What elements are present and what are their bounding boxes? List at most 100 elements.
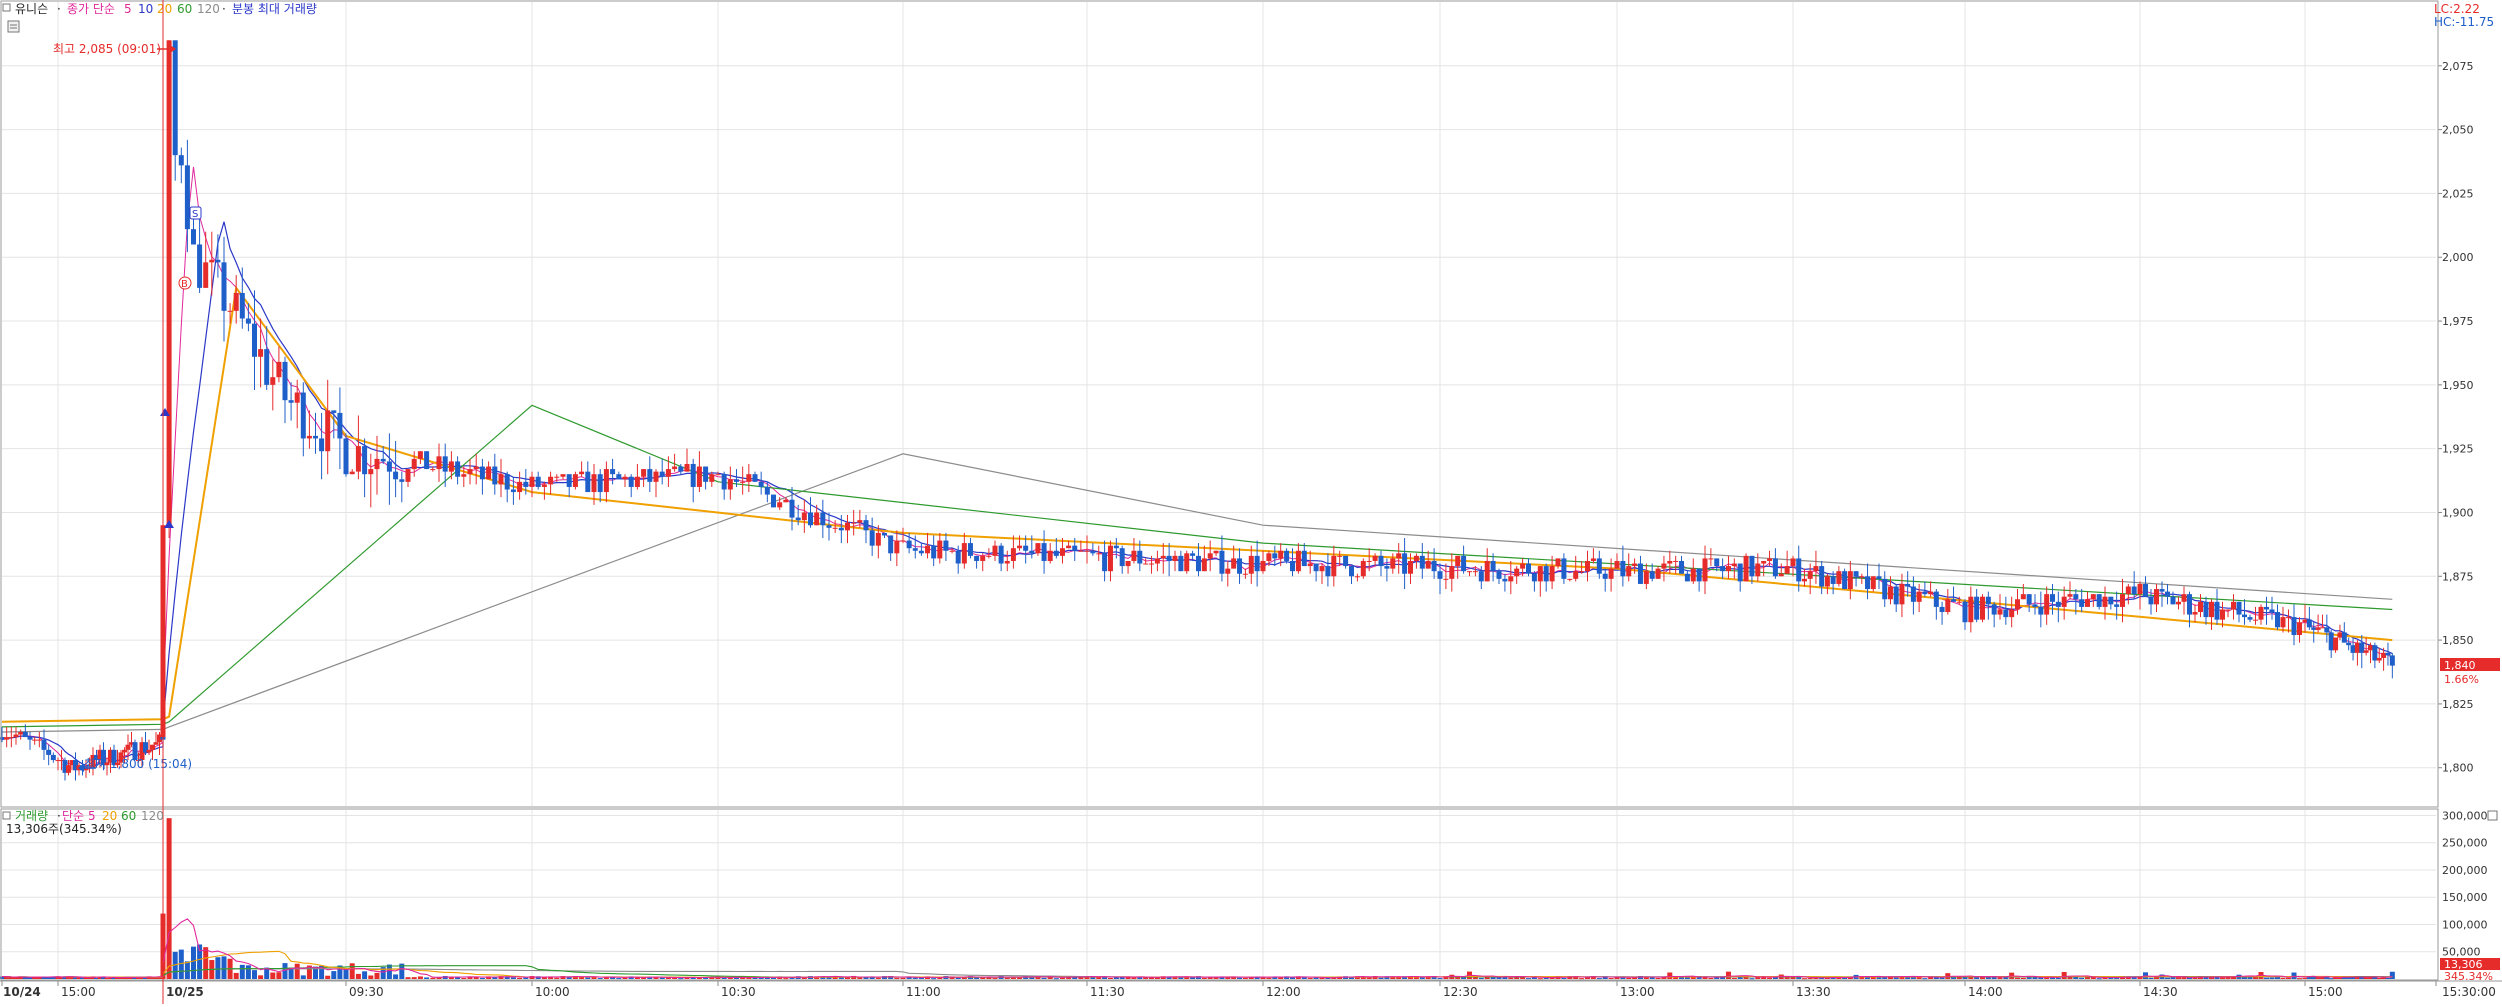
volume-panel-menu-icon[interactable] — [2487, 810, 2498, 821]
volume-bar — [1731, 977, 1737, 979]
candle-body — [641, 469, 647, 477]
volume-bar — [2220, 977, 2225, 979]
candle-body — [2328, 632, 2334, 651]
time-tick-label: 12:00 — [1266, 985, 1301, 999]
candle-body — [634, 476, 640, 487]
candle-body — [325, 410, 331, 452]
candle-body — [1272, 553, 1278, 559]
candle-body — [1402, 553, 1408, 574]
candle-body — [758, 481, 764, 487]
volume-bar — [1951, 977, 1957, 979]
volume-bar — [2015, 977, 2020, 979]
candle-body — [153, 742, 159, 745]
candle-body — [1933, 591, 1939, 607]
candle-body — [1801, 578, 1807, 582]
candle-body — [18, 731, 24, 735]
candle-body — [943, 540, 949, 551]
volume-bar — [1790, 977, 1796, 979]
candle-body — [1790, 558, 1796, 567]
volume-bar — [1922, 978, 1928, 980]
candle-body — [980, 555, 986, 561]
candle-body — [424, 451, 430, 470]
candle-body — [678, 466, 684, 472]
candle-body — [66, 765, 71, 773]
candle-body — [288, 400, 294, 403]
candle-body — [845, 522, 850, 531]
candle-body — [184, 165, 190, 230]
candle-body — [1905, 583, 1911, 587]
volume-bar — [2328, 978, 2334, 980]
candle-body — [1029, 550, 1035, 554]
candle-body — [319, 438, 325, 452]
candle-body — [1284, 550, 1290, 561]
candle-body — [955, 550, 961, 564]
candle-body — [1225, 568, 1231, 574]
volume-bar — [1690, 977, 1696, 979]
candle-body — [2026, 594, 2032, 605]
candle-body — [306, 435, 312, 439]
candle-body — [1916, 591, 1922, 602]
price-tick-label: 2,000 — [2442, 251, 2474, 264]
candle-body — [2203, 601, 2209, 618]
candle-body — [2044, 594, 2050, 615]
candle-body — [1266, 553, 1272, 561]
candle-body — [1096, 553, 1102, 555]
candle-body — [417, 451, 423, 459]
volume-bar — [1004, 977, 1010, 979]
buy-marker-label: B — [181, 279, 188, 290]
chart-canvas[interactable]: 1,800 1,825 1,850 1,875 1,900 1,925 1,950 1,975… — [0, 0, 2502, 1004]
candle-body — [1980, 596, 1985, 620]
candle-body — [2165, 591, 2170, 597]
volume-bar — [2079, 977, 2085, 979]
candle-body — [709, 474, 715, 482]
candle-body — [2198, 601, 2203, 613]
candle-body — [203, 262, 209, 288]
volume-bar — [1702, 977, 1708, 979]
candle-body — [560, 474, 566, 477]
volume-bar — [1096, 977, 1102, 979]
candle-body — [2350, 645, 2356, 653]
candle-body — [2192, 612, 2198, 615]
candle-body — [455, 461, 461, 477]
candle-body — [2363, 650, 2369, 653]
candle-body — [1443, 578, 1449, 580]
candle-body — [1113, 545, 1119, 549]
volume-legend-toggle-icon[interactable] — [2, 811, 11, 820]
volume-bar — [510, 977, 516, 979]
volume-bar — [2376, 977, 2382, 979]
price-tick-label: 2,075 — [2442, 60, 2474, 73]
panel-settings-icon[interactable] — [7, 20, 20, 33]
max-volume-label: 분봉 최대 거래량 — [232, 2, 317, 16]
legend-ma10: 10 — [138, 2, 153, 16]
candle-body — [2324, 627, 2330, 633]
candle-body — [795, 517, 801, 521]
legend-toggle-icon[interactable] — [2, 3, 11, 12]
candle-body — [191, 229, 196, 245]
candle-body — [1047, 550, 1053, 561]
volume-bar — [1266, 977, 1272, 979]
stock-chart-window: 1,800 1,825 1,850 1,875 1,900 1,925 1,950 1,975… — [0, 0, 2502, 1004]
volume-bar — [541, 977, 547, 979]
price-tick-label: 1,850 — [2442, 634, 2474, 647]
candle-body — [554, 476, 560, 478]
candle-body — [1184, 553, 1190, 572]
volume-bar — [1319, 977, 1325, 979]
volume-bar — [258, 975, 264, 979]
candle-body — [343, 438, 349, 475]
candle-body — [1419, 555, 1425, 569]
candle-body — [245, 318, 251, 324]
candle-body — [2020, 594, 2026, 600]
candle-body — [2297, 622, 2302, 635]
candle-body — [1066, 545, 1072, 549]
candle-body — [882, 532, 887, 536]
candle-body — [2275, 612, 2280, 628]
volume-bar — [912, 977, 918, 979]
volume-bar — [2381, 977, 2387, 979]
candle-body — [2264, 606, 2269, 610]
candle-body — [1537, 566, 1543, 582]
candle-body — [150, 744, 155, 750]
candle-body — [1301, 550, 1307, 567]
volume-bar — [1053, 978, 1059, 980]
candle-body — [992, 545, 998, 556]
volume-bar — [597, 978, 603, 980]
